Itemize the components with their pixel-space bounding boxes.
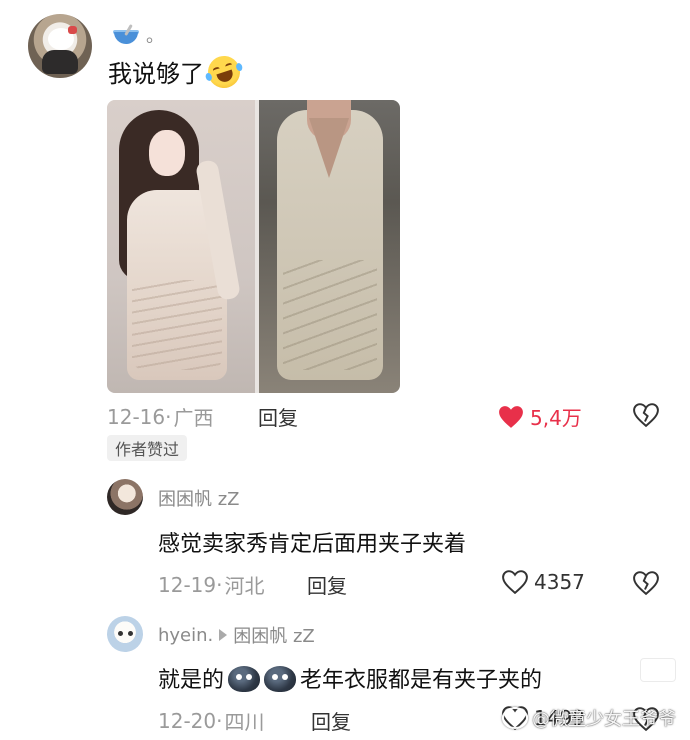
reply-button[interactable]: 回复: [311, 706, 351, 735]
reply-username-text: hyein.: [158, 624, 214, 646]
buyer-photo: [259, 100, 400, 393]
watermark-text: @微童少女王爷爷: [532, 709, 676, 730]
comment-image[interactable]: [107, 100, 400, 393]
like-count: 4357: [534, 570, 585, 594]
author-liked-badge: 作者赞过: [107, 435, 188, 461]
meta-separator: ·: [216, 708, 223, 733]
like-button[interactable]: 4357: [502, 570, 585, 594]
model-photo: [107, 100, 255, 393]
meta-separator: ·: [165, 404, 172, 429]
like-count: 5,4万: [530, 406, 582, 430]
avatar-body: [42, 50, 78, 74]
broken-heart-icon: [633, 403, 659, 428]
reply-username[interactable]: 困困帆 zZ: [158, 485, 240, 511]
reply-arrow-icon: [219, 629, 228, 641]
comment-location: 广西: [173, 406, 214, 430]
watermark: @微童少女王爷爷: [502, 705, 676, 731]
reply-text-start: 就是的: [158, 668, 225, 693]
reply-meta: 12-20 · 四川: [158, 706, 264, 735]
dislike-button[interactable]: [633, 570, 659, 600]
comment-username[interactable]: 。: [112, 20, 164, 50]
meta-separator: ·: [216, 572, 223, 597]
heart-outline-icon: [502, 570, 528, 594]
dislike-button[interactable]: [633, 402, 659, 432]
like-button[interactable]: 5,4万: [498, 402, 582, 431]
reply-button[interactable]: 回复: [307, 570, 347, 599]
reply-text-end: 老年衣服都是有夹子夹的: [300, 668, 543, 693]
comment-text-content: 我说够了: [108, 60, 204, 88]
reply-date: 12-19: [158, 572, 217, 597]
user-avatar[interactable]: [28, 14, 92, 78]
dark-blob-emoji-icon: [228, 664, 261, 692]
avatar-bow: [68, 26, 77, 34]
reply-text-content: 感觉卖家秀肯定后面用夹子夹着: [158, 532, 467, 557]
reply-date: 12-20: [158, 708, 217, 733]
comment-text: 我说够了: [108, 51, 245, 92]
comment-date: 12-16: [107, 404, 166, 429]
reply-avatar[interactable]: [107, 479, 143, 515]
reply-text: 感觉卖家秀肯定后面用夹子夹着: [158, 526, 466, 558]
reply-avatar[interactable]: [107, 616, 143, 652]
reply-to-username[interactable]: 困困帆 zZ: [233, 622, 315, 648]
bowl-icon: [112, 24, 140, 46]
heart-filled-icon: [499, 405, 523, 428]
dark-blob-emoji-icon: [264, 664, 297, 692]
reply-button[interactable]: 回复: [258, 402, 298, 431]
reply-username[interactable]: hyein. 困困帆 zZ: [158, 622, 315, 648]
laughing-emoji-icon: [203, 51, 245, 92]
faint-overlay-box: [640, 658, 676, 682]
reply-location: 四川: [224, 710, 265, 734]
comment-meta: 12-16 · 广西: [107, 402, 213, 431]
reply-meta: 12-19 · 河北: [158, 570, 264, 599]
reply-location: 河北: [224, 574, 265, 598]
reply-username-text: 困困帆 zZ: [158, 489, 240, 510]
weibo-icon: [502, 707, 528, 729]
reply-text: 就是的 老年衣服都是有夹子夹的: [158, 662, 542, 694]
username-text: 。: [146, 26, 164, 47]
broken-heart-icon: [633, 571, 659, 596]
